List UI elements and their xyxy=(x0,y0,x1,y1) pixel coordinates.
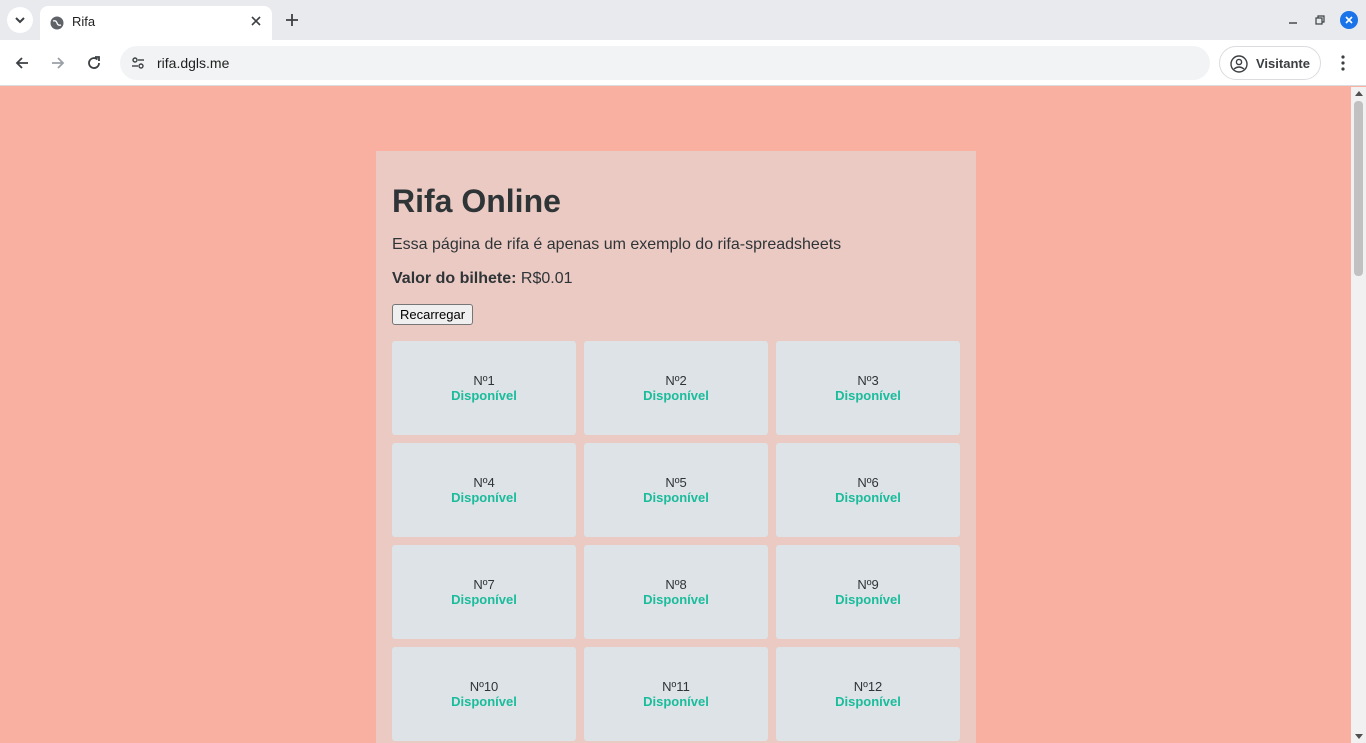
ticket-number: Nº8 xyxy=(665,577,687,592)
ticket-card[interactable]: Nº4 Disponível xyxy=(392,443,576,537)
ticket-card[interactable]: Nº3 Disponível xyxy=(776,341,960,435)
ticket-card[interactable]: Nº2 Disponível xyxy=(584,341,768,435)
ticket-card[interactable]: Nº1 Disponível xyxy=(392,341,576,435)
maximize-button[interactable] xyxy=(1311,11,1329,29)
close-icon xyxy=(251,16,261,26)
tune-icon xyxy=(132,57,144,69)
ticket-status: Disponível xyxy=(451,490,517,505)
ticket-card[interactable]: Nº12 Disponível xyxy=(776,647,960,741)
price-label: Valor do bilhete: xyxy=(392,270,517,287)
reload-icon xyxy=(88,56,100,69)
ticket-status: Disponível xyxy=(451,694,517,709)
reload-button[interactable] xyxy=(82,51,106,75)
arrow-right-icon xyxy=(52,57,65,69)
minimize-button[interactable] xyxy=(1284,11,1302,29)
ticket-card[interactable]: Nº6 Disponível xyxy=(776,443,960,537)
profile-label: Visitante xyxy=(1256,56,1310,71)
ticket-number: Nº6 xyxy=(857,475,879,490)
page-scrollbar[interactable] xyxy=(1351,87,1366,743)
ticket-status: Disponível xyxy=(835,694,901,709)
ticket-card[interactable]: Nº10 Disponível xyxy=(392,647,576,741)
back-button[interactable] xyxy=(10,51,34,75)
ticket-card[interactable]: Nº9 Disponível xyxy=(776,545,960,639)
ticket-grid: Nº1 Disponível Nº2 Disponível Nº3 Disponíve… xyxy=(392,341,960,741)
tab-title: Rifa xyxy=(72,14,96,29)
page-description: Essa página de rifa é apenas um exemplo … xyxy=(392,236,842,253)
ticket-card[interactable]: Nº5 Disponível xyxy=(584,443,768,537)
ticket-number: Nº9 xyxy=(857,577,879,592)
tab-active[interactable]: Rifa xyxy=(40,6,272,40)
ticket-number: Nº3 xyxy=(857,373,879,388)
page-title: Rifa Online xyxy=(392,183,561,219)
page-viewport: Rifa Online Essa página de rifa é apenas… xyxy=(0,87,1351,743)
ticket-card[interactable]: Nº7 Disponível xyxy=(392,545,576,639)
ticket-number: Nº5 xyxy=(665,475,687,490)
minimize-icon xyxy=(1289,22,1297,24)
ticket-status: Disponível xyxy=(451,388,517,403)
ticket-number: Nº4 xyxy=(473,475,495,490)
ticket-price: Valor do bilhete: R$0.01 xyxy=(392,270,573,288)
more-vert-icon xyxy=(1341,55,1345,71)
ticket-card[interactable]: Nº11 Disponível xyxy=(584,647,768,741)
reload-tickets-button[interactable]: Recarregar xyxy=(392,304,474,325)
close-icon xyxy=(1345,16,1353,24)
ticket-number: Nº1 xyxy=(473,373,495,388)
ticket-status: Disponível xyxy=(643,694,709,709)
raffle-container: Rifa Online Essa página de rifa é apenas… xyxy=(376,151,976,743)
site-info-button[interactable] xyxy=(128,53,148,73)
scroll-thumb[interactable] xyxy=(1354,101,1363,276)
browser-menu-button[interactable] xyxy=(1333,51,1353,75)
ticket-number: Nº2 xyxy=(665,373,687,388)
restore-icon xyxy=(1315,15,1325,25)
forward-button[interactable] xyxy=(46,51,70,75)
ticket-number: Nº11 xyxy=(662,679,690,694)
ticket-card[interactable]: Nº8 Disponível xyxy=(584,545,768,639)
scroll-up-arrow-icon[interactable] xyxy=(1355,91,1363,96)
arrow-left-icon xyxy=(15,57,28,69)
url-text: rifa.dgls.me xyxy=(157,55,230,71)
ticket-status: Disponível xyxy=(643,388,709,403)
tab-bar: Rifa xyxy=(0,0,1366,40)
globe-icon xyxy=(50,16,64,30)
tab-close-button[interactable] xyxy=(248,13,264,29)
ticket-status: Disponível xyxy=(835,388,901,403)
price-value: R$0.01 xyxy=(520,270,573,287)
profile-button[interactable]: Visitante xyxy=(1219,46,1321,80)
tab-search-button[interactable] xyxy=(7,7,33,33)
ticket-number: Nº7 xyxy=(473,577,495,592)
new-tab-button[interactable] xyxy=(282,10,302,30)
ticket-status: Disponível xyxy=(643,592,709,607)
ticket-number: Nº12 xyxy=(853,679,883,694)
ticket-status: Disponível xyxy=(451,592,517,607)
scroll-down-arrow-icon[interactable] xyxy=(1355,734,1363,739)
ticket-status: Disponível xyxy=(835,490,901,505)
address-bar[interactable]: rifa.dgls.me xyxy=(120,46,1210,80)
ticket-number: Nº10 xyxy=(469,679,499,694)
ticket-status: Disponível xyxy=(643,490,709,505)
account-circle-icon xyxy=(1230,55,1248,73)
window-close-button[interactable] xyxy=(1340,11,1358,29)
ticket-status: Disponível xyxy=(835,592,901,607)
browser-toolbar: rifa.dgls.me Visitante xyxy=(0,40,1366,86)
chevron-down-icon xyxy=(15,17,25,24)
plus-icon xyxy=(286,14,298,26)
